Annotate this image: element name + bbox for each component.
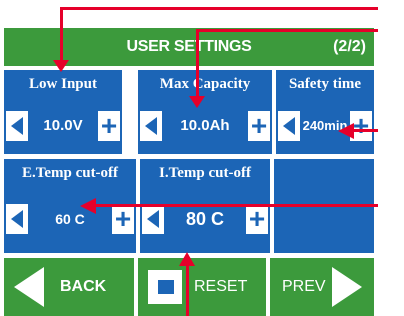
left-arrow-icon xyxy=(147,210,159,228)
annotation-line xyxy=(186,264,189,316)
annotation-line xyxy=(196,29,378,32)
setting-label: I.Temp cut-off xyxy=(159,165,251,181)
setting-value: 60 C xyxy=(55,211,85,227)
reset-button[interactable]: RESET xyxy=(138,258,266,316)
reset-icon-square xyxy=(158,280,174,294)
back-button[interactable]: BACK xyxy=(4,258,134,316)
reset-label: RESET xyxy=(194,278,248,295)
setting-label: Safety time xyxy=(288,76,362,92)
back-arrow-icon xyxy=(14,267,44,307)
arrow-head-icon xyxy=(338,123,354,139)
left-arrow-icon xyxy=(11,210,23,228)
arrow-head-icon xyxy=(189,96,205,108)
low-input-stepper: 10.0V + xyxy=(4,110,122,142)
plus-icon: + xyxy=(352,110,370,141)
setting-value: 80 C xyxy=(185,209,225,229)
prev-button[interactable]: PREV xyxy=(270,258,374,316)
plus-icon: + xyxy=(250,110,268,141)
increase-button[interactable]: + xyxy=(112,204,134,234)
annotation-line xyxy=(196,29,199,99)
annotation-line xyxy=(352,129,378,132)
i-temp-stepper: 80 C + xyxy=(140,203,270,235)
setting-value: 10.0Ah xyxy=(180,117,230,134)
annotation-line xyxy=(60,7,378,10)
left-arrow-icon xyxy=(145,117,157,135)
setting-label: Max Capacity xyxy=(159,76,251,92)
decrease-button[interactable] xyxy=(140,111,162,141)
page-indicator: (2/2) xyxy=(333,38,366,55)
left-arrow-icon xyxy=(11,117,23,135)
plus-icon: + xyxy=(248,203,266,234)
annotation-line xyxy=(92,204,378,207)
e-temp-stepper: 60 C + xyxy=(4,203,136,235)
setting-low-input: Low Input 10.0V + xyxy=(4,70,122,154)
decrease-button[interactable] xyxy=(142,204,164,234)
annotation-line xyxy=(60,7,63,63)
setting-label: E.Temp cut-off xyxy=(21,165,119,181)
reset-icon xyxy=(148,270,182,304)
max-capacity-stepper: 10.0Ah + xyxy=(138,110,272,142)
setting-safety-time: Safety time 240min + xyxy=(276,70,374,154)
setting-max-capacity: Max Capacity 10.0Ah + xyxy=(138,70,272,154)
left-arrow-icon xyxy=(283,117,295,135)
prev-label: PREV xyxy=(282,278,326,295)
arrow-head-icon xyxy=(80,198,96,214)
footer-bar: BACK RESET PREV xyxy=(4,258,374,316)
arrow-head-icon xyxy=(179,252,195,266)
arrow-head-icon xyxy=(53,60,69,72)
setting-label: Low Input xyxy=(29,76,97,92)
decrease-button[interactable] xyxy=(6,111,28,141)
increase-button[interactable]: + xyxy=(246,204,268,234)
plus-icon: + xyxy=(100,110,118,141)
decrease-button[interactable] xyxy=(278,111,300,141)
increase-button[interactable]: + xyxy=(248,111,270,141)
safety-time-stepper: 240min + xyxy=(276,110,374,142)
increase-button[interactable]: + xyxy=(98,111,120,141)
plus-icon: + xyxy=(114,203,132,234)
decrease-button[interactable] xyxy=(6,204,28,234)
setting-value: 10.0V xyxy=(43,117,83,134)
back-label: BACK xyxy=(60,278,107,295)
forward-arrow-icon xyxy=(332,267,362,307)
